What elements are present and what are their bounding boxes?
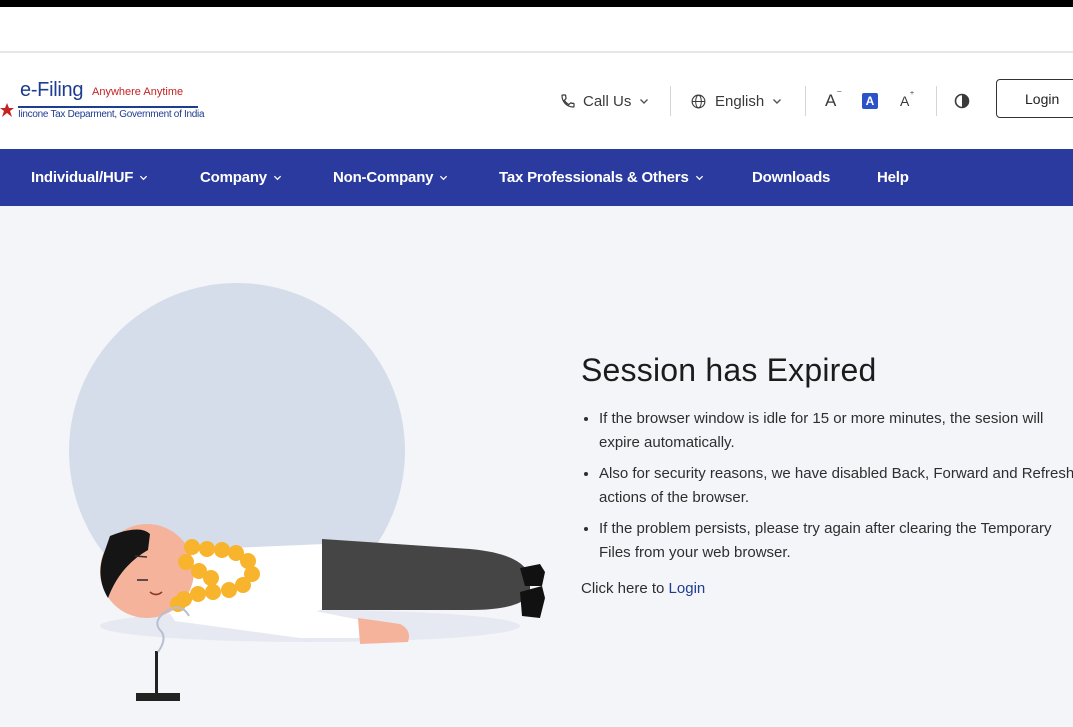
plus-icon: ⁺ — [909, 89, 915, 101]
session-expired-illustration — [69, 283, 545, 701]
nav-item-tax-professionals[interactable]: Tax Professionals & Others — [499, 149, 704, 206]
efiling-logo[interactable]: e-Filing Anywhere Anytime Iincone Tax De… — [0, 79, 210, 129]
bullet-text-line: expire automatically. — [599, 434, 735, 451]
header-divider — [670, 86, 671, 116]
minus-icon: ⁻ — [836, 87, 843, 100]
site-header: e-Filing Anywhere Anytime Iincone Tax De… — [0, 53, 1073, 149]
nav-item-label: Help — [877, 169, 909, 186]
header-divider — [936, 86, 937, 116]
nav-item-label: Downloads — [752, 169, 831, 186]
main-nav: Individual/HUF Company Non-Company Tax P… — [0, 149, 1073, 206]
nav-item-individual-huf[interactable]: Individual/HUF — [31, 149, 148, 206]
message-bullets: If the browser window is idle for 15 or … — [581, 407, 1073, 565]
nav-item-help[interactable]: Help — [877, 149, 909, 206]
login-prompt: Click here to Login — [581, 580, 1073, 597]
chevron-down-icon — [440, 175, 448, 181]
font-decrease-button[interactable]: A ⁻ — [825, 53, 842, 149]
font-increase-label: A — [900, 93, 910, 109]
globe-icon — [691, 94, 706, 108]
window-top-bar — [0, 0, 1073, 7]
message-title: Session has Expired — [581, 352, 877, 388]
font-normal-label: A — [862, 93, 878, 109]
chevron-down-icon — [640, 99, 649, 104]
list-item: Also for security reasons, we have disab… — [599, 462, 1073, 510]
bullet-text-line: If the browser window is idle for 15 or … — [599, 410, 1044, 427]
contrast-toggle[interactable] — [954, 53, 970, 149]
login-prompt-text: Click here to — [581, 580, 669, 597]
call-us-label: Call Us — [583, 92, 632, 110]
nav-item-label: Company — [200, 169, 267, 186]
font-normal-button[interactable]: A — [862, 53, 878, 149]
browser-strip — [0, 7, 1073, 53]
bullet-text-line: Files from your web browser. — [599, 544, 791, 561]
chevron-down-icon — [695, 175, 703, 181]
chevron-down-icon — [773, 99, 782, 104]
call-us-menu[interactable]: Call Us — [560, 53, 649, 149]
nav-item-company[interactable]: Company — [200, 149, 282, 206]
list-item: If the problem persists, please try agai… — [599, 517, 1073, 565]
chevron-down-icon — [140, 175, 148, 181]
chevron-down-icon — [273, 175, 282, 181]
nav-item-non-company[interactable]: Non-Company — [333, 149, 448, 206]
emblem-icon — [0, 103, 14, 117]
logo-tagline: Anywhere Anytime — [92, 86, 184, 98]
nav-item-label: Tax Professionals & Others — [499, 169, 689, 186]
font-increase-button[interactable]: A ⁺ — [900, 53, 915, 149]
login-button[interactable]: Login — [996, 79, 1073, 118]
nav-item-downloads[interactable]: Downloads — [752, 149, 830, 206]
nav-item-label: Non-Company — [333, 169, 434, 186]
logo-brand: e-Filing — [20, 79, 84, 101]
contrast-icon — [954, 93, 970, 109]
bullet-text-line: actions of the browser. — [599, 489, 750, 506]
language-label: English — [715, 92, 765, 110]
language-selector[interactable]: English — [690, 53, 782, 149]
nav-item-label: Individual/HUF — [31, 169, 134, 186]
phone-icon — [561, 94, 575, 108]
logo-department: Iincone Tax Deparment, Government of Ind… — [18, 109, 205, 120]
header-divider — [805, 86, 806, 116]
session-expired-message: Session has Expired If the browser windo… — [581, 352, 1073, 597]
list-item: If the browser window is idle for 15 or … — [599, 407, 1073, 455]
login-link[interactable]: Login — [669, 580, 706, 597]
bullet-text-line: Also for security reasons, we have disab… — [599, 465, 1073, 482]
font-decrease-label: A — [825, 91, 837, 110]
bullet-text-line: If the problem persists, please try agai… — [599, 520, 1052, 537]
logo-rule — [18, 106, 198, 108]
